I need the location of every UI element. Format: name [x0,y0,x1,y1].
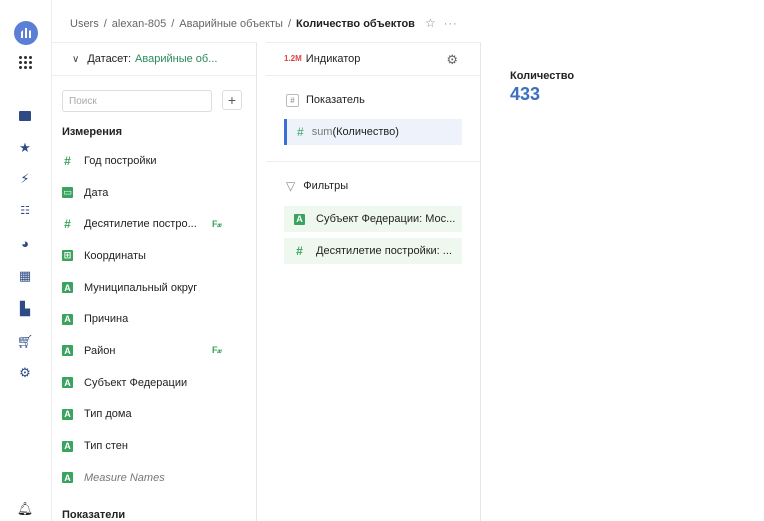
dimension-label: Measure Names [84,471,165,484]
dimension-label: Район [84,344,116,357]
dimension-label: Десятилетие постро... [84,218,197,231]
favorites-star-icon[interactable]: ★ [16,139,34,155]
dimension-field[interactable]: A Район F𝓍 [62,335,252,367]
number-icon: # [64,153,71,168]
cart-icon[interactable]: 🛒︎ [16,333,34,349]
measure-function: sum [311,126,333,138]
string-icon: A [62,282,73,294]
dataset-label: Датасет: [87,53,132,65]
viz-type-label: Индикатор [305,53,361,65]
datasets-table-icon[interactable]: ☷ [16,203,34,219]
measures-heading: Показатели [62,509,126,521]
breadcrumb: Users / alexan-805/Аварийные объекты / Колич… [70,16,458,30]
measure-section-title: Показатель [306,94,365,106]
dimension-field[interactable]: ▭ Дата [62,177,252,209]
measure-field: (Количество) [332,126,399,138]
reports-icon[interactable]: ▙ [16,300,34,316]
visualization-selector[interactable]: 1.2M Индикатор ⚙ [266,43,480,76]
top-bar: Users / alexan-805/Аварийные объекты / Колич… [52,0,764,42]
field-search-input[interactable]: Поиск [62,90,212,112]
chevron-down-icon[interactable]: ∨ [72,54,79,65]
folder-icon[interactable] [16,108,34,124]
indicator-value: 433 [510,84,541,104]
dimension-field[interactable]: ⊞ Координаты [62,240,252,272]
formula-icon: F𝓍 [212,345,222,356]
connections-bolt-icon[interactable]: ⚡ [16,170,34,186]
breadcrumb-user[interactable]: alexan-805 [112,18,166,30]
string-icon: A [62,472,73,484]
apps-grid-icon[interactable] [18,55,32,69]
wizard-panel: 1.2M Индикатор ⚙ # Показатель # sum (Коли… [266,42,481,521]
dimension-field[interactable]: A Причина [62,303,252,335]
gear-icon[interactable]: ⚙ [446,52,458,68]
filter-chip[interactable]: # Десятилетие постройки: ... [284,238,462,264]
dimension-label: Тип стен [84,440,128,453]
dashboards-icon[interactable]: ▦ [16,267,34,283]
formula-icon: F𝓍 [212,218,222,229]
measure-section: # Показатель [266,90,480,110]
dimension-label: Причина [84,313,129,326]
dimensions-list: # Год постройки ▭ Дата # Десятилетие постро..… [62,145,252,494]
dimension-field[interactable]: A Measure Names [62,462,252,494]
breadcrumb-folder[interactable]: Аварийные объекты [179,18,283,30]
dimension-label: Субъект Федерации [84,376,188,389]
breadcrumb-users[interactable]: Users [70,18,99,30]
geo-icon: ⊞ [62,250,73,262]
hash-icon: # [286,93,299,107]
indicator-widget: Количество 433 [510,70,574,105]
string-icon: A [62,345,73,357]
dimension-field[interactable]: # Год постройки [62,145,252,177]
favorite-star-icon[interactable]: ☆ [425,16,436,30]
settings-sliders-icon[interactable]: ⚙ [16,364,34,380]
string-field-icon: A [294,213,305,225]
funnel-icon: ▽ [286,179,296,193]
string-icon: A [62,408,73,420]
filter-label: Десятилетие постройки: ... [316,245,452,257]
measure-chip[interactable]: # sum (Количество) [284,119,462,145]
dataset-name[interactable]: Аварийные об... [135,53,217,65]
add-field-button[interactable]: + [222,90,242,110]
dimension-field[interactable]: A Субъект Федерации [62,367,252,399]
more-menu-icon[interactable]: ··· [444,18,458,30]
number-field-icon: # [297,125,304,139]
string-icon: A [62,440,73,452]
dimension-field[interactable]: A Муниципальный округ [62,272,252,304]
dimension-field[interactable]: # Десятилетие постро... F𝓍 [62,208,252,240]
dimension-label: Дата [84,186,109,199]
filter-label: Субъект Федерации: Мос... [316,213,456,225]
dimension-label: Муниципальный округ [84,281,198,294]
filters-section-title: Фильтры [303,180,349,192]
dimension-label: Тип дома [84,408,132,421]
notifications-bell-icon[interactable]: 🔔︎ [16,500,34,516]
indicator-title: Количество [510,70,575,82]
filter-chip[interactable]: A Субъект Федерации: Мос... [284,206,462,232]
filters-section: ▽ Фильтры [266,176,480,196]
dimension-label: Год постройки [84,154,157,167]
dimension-field[interactable]: A Тип стен [62,430,252,462]
string-icon: A [62,377,73,389]
dataset-selector[interactable]: ∨ Датасет: Аварийные об... [52,43,256,76]
number-field-icon: # [296,244,303,258]
dimension-label: Координаты [84,249,146,262]
number-icon: # [64,217,71,232]
app-sidebar: ★ ⚡ ☷ ◕ ▦ ▙ 🛒︎ ⚙ 🔔︎ [0,0,52,521]
dimension-field[interactable]: A Тип дома [62,399,252,431]
string-icon: A [62,313,73,325]
charts-pie-icon[interactable]: ◕ [16,235,34,251]
breadcrumb-current: Количество объектов [296,18,415,30]
dataset-panel: ∨ Датасет: Аварийные об... Поиск + Измер… [52,42,257,521]
date-icon: ▭ [62,187,73,199]
datalens-logo-icon[interactable] [14,21,38,45]
indicator-viz-icon: 1.2M [284,54,302,63]
dimensions-heading: Измерения [62,126,123,138]
